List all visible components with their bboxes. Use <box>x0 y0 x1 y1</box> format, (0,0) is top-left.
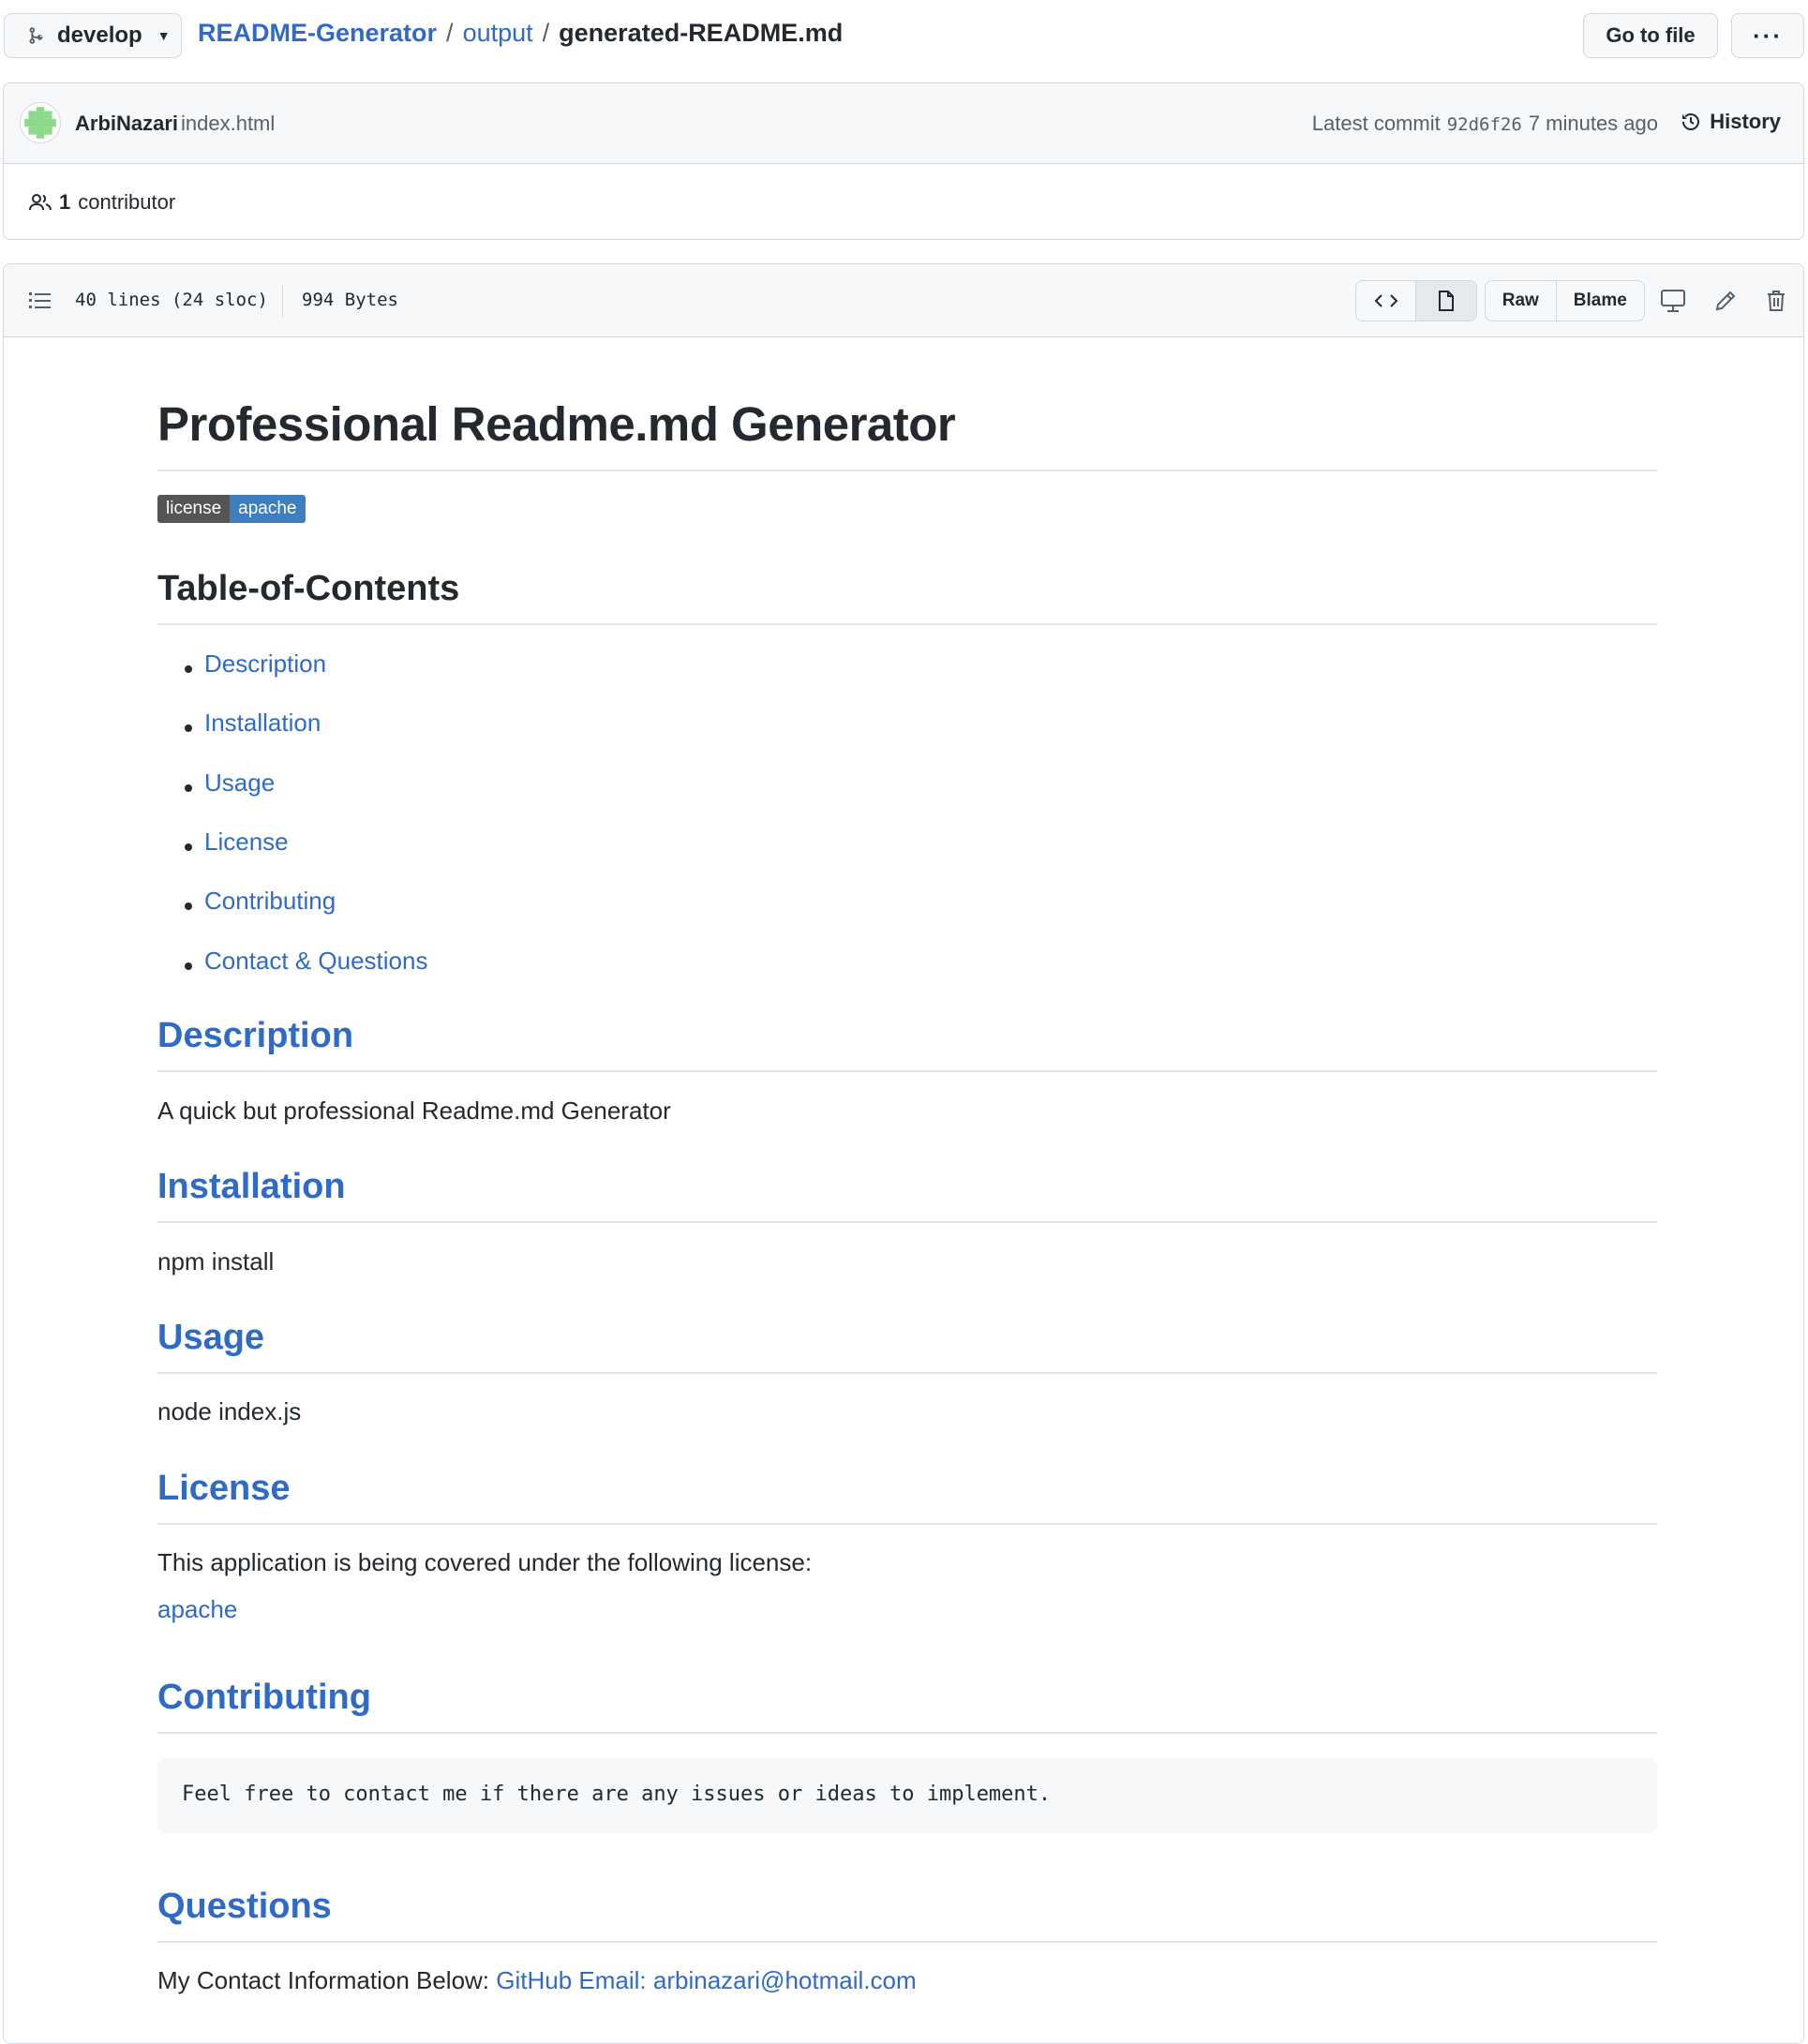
contributors-label: contributor <box>78 190 176 214</box>
toc-heading: Table-of-Contents <box>157 569 460 608</box>
license-badge[interactable]: license apache <box>157 495 306 523</box>
toc-link-license[interactable]: License <box>204 828 289 857</box>
desktop-button[interactable] <box>1660 289 1686 319</box>
toc-link-description[interactable]: Description <box>204 649 326 679</box>
toc-link-contact[interactable]: Contact & Questions <box>204 947 427 976</box>
commit-row: ArbiNazari index.html Latest commit 92d6… <box>4 83 1803 164</box>
bullet <box>185 665 192 673</box>
breadcrumb-current-file: generated-README.md <box>559 19 844 47</box>
history-icon <box>1682 113 1700 130</box>
raw-button[interactable]: Raw <box>1486 281 1557 321</box>
heading-rule <box>157 1523 1657 1525</box>
breadcrumb-separator: / <box>446 19 454 47</box>
git-branch-icon <box>29 27 43 44</box>
desktop-icon <box>1661 290 1685 312</box>
table-of-contents-button[interactable] <box>28 289 52 319</box>
installation-heading[interactable]: Installation <box>157 1167 346 1207</box>
installation-text: npm install <box>157 1247 275 1276</box>
badge-label: license <box>157 495 231 523</box>
raw-blame-group: Raw Blame <box>1485 280 1645 321</box>
latest-commit-label: Latest commit <box>1311 112 1441 135</box>
file-size: 994 Bytes <box>302 290 398 310</box>
contributors-row[interactable]: 1 contributor <box>29 190 175 215</box>
bullet <box>185 962 192 970</box>
breadcrumb: README-Generator / output / generated-RE… <box>198 19 843 48</box>
heading-rule <box>157 1732 1657 1734</box>
badge-value: apache <box>230 495 306 523</box>
license-link[interactable]: apache <box>157 1595 237 1624</box>
heading-rule <box>157 470 1657 471</box>
heading-rule <box>157 623 1657 625</box>
trash-icon <box>1768 291 1785 311</box>
branch-name: develop <box>57 22 142 48</box>
usage-heading[interactable]: Usage <box>157 1318 264 1358</box>
heading-rule <box>157 1941 1657 1943</box>
bullet <box>185 843 192 851</box>
contributors-count: 1 <box>59 190 71 214</box>
contributing-heading[interactable]: Contributing <box>157 1678 371 1718</box>
description-text: A quick but professional Readme.md Gener… <box>157 1097 671 1125</box>
identicon-icon <box>21 103 60 142</box>
commit-author-link[interactable]: ArbiNazari <box>75 112 178 136</box>
questions-text: My Contact Information Below: <box>157 1966 497 1994</box>
email-link[interactable]: Email: arbinazari@hotmail.com <box>578 1966 916 1994</box>
display-source-button[interactable] <box>1356 281 1416 321</box>
history-link[interactable]: History <box>1680 110 1781 134</box>
display-rendered-button[interactable] <box>1416 281 1476 321</box>
contributing-code-block: Feel free to contact me if there are any… <box>157 1758 1657 1833</box>
blame-button[interactable]: Blame <box>1557 281 1644 321</box>
readme-title: Professional Readme.md Generator <box>157 397 956 451</box>
commit-time: 7 minutes ago <box>1528 112 1658 135</box>
caret-down-icon: ▼ <box>157 28 171 43</box>
list-icon <box>29 292 51 308</box>
go-to-file-button[interactable]: Go to file <box>1583 13 1718 58</box>
commit-sha-link[interactable]: 92d6f26 <box>1447 114 1522 135</box>
heading-rule <box>157 1221 1657 1223</box>
license-heading[interactable]: License <box>157 1469 291 1509</box>
bullet <box>185 724 192 732</box>
edit-button[interactable] <box>1713 289 1738 319</box>
avatar[interactable] <box>20 102 61 143</box>
usage-text: node index.js <box>157 1397 302 1425</box>
questions-paragraph: My Contact Information Below: GitHub Ema… <box>157 1966 917 1995</box>
commit-meta: Latest commit 92d6f26 7 minutes ago <box>1312 112 1658 136</box>
questions-heading[interactable]: Questions <box>157 1887 332 1927</box>
breadcrumb-repo-link[interactable]: README-Generator <box>198 19 437 48</box>
branch-selector-button[interactable]: develop ▼ <box>4 13 182 58</box>
delete-button[interactable] <box>1765 289 1787 319</box>
bullet <box>185 903 192 910</box>
bullet <box>185 784 192 792</box>
pencil-icon <box>1715 291 1736 311</box>
toc-link-usage[interactable]: Usage <box>204 768 275 798</box>
latest-commit-box: ArbiNazari index.html Latest commit 92d6… <box>3 82 1804 240</box>
file-line-count: 40 lines (24 sloc) <box>75 290 268 310</box>
toc-link-installation[interactable]: Installation <box>204 709 321 738</box>
breadcrumb-separator: / <box>542 19 550 47</box>
view-mode-toggle <box>1355 280 1477 321</box>
file-icon <box>1439 291 1454 311</box>
license-text: This application is being covered under … <box>157 1548 813 1576</box>
description-heading[interactable]: Description <box>157 1016 353 1056</box>
heading-rule <box>157 1372 1657 1374</box>
github-link[interactable]: GitHub <box>496 1966 572 1994</box>
people-icon <box>29 194 52 211</box>
commit-message-link[interactable]: index.html <box>181 112 275 136</box>
more-options-button[interactable]: ··· <box>1731 13 1804 58</box>
code-icon <box>1374 294 1397 307</box>
breadcrumb-folder-link[interactable]: output <box>463 19 533 48</box>
heading-rule <box>157 1070 1657 1072</box>
file-header: 40 lines (24 sloc) 994 Bytes Raw Blame <box>4 264 1803 337</box>
history-label: History <box>1710 110 1781 133</box>
file-viewer: 40 lines (24 sloc) 994 Bytes Raw Blame P… <box>3 263 1804 2044</box>
toc-link-contributing[interactable]: Contributing <box>204 887 336 916</box>
divider <box>282 285 283 317</box>
